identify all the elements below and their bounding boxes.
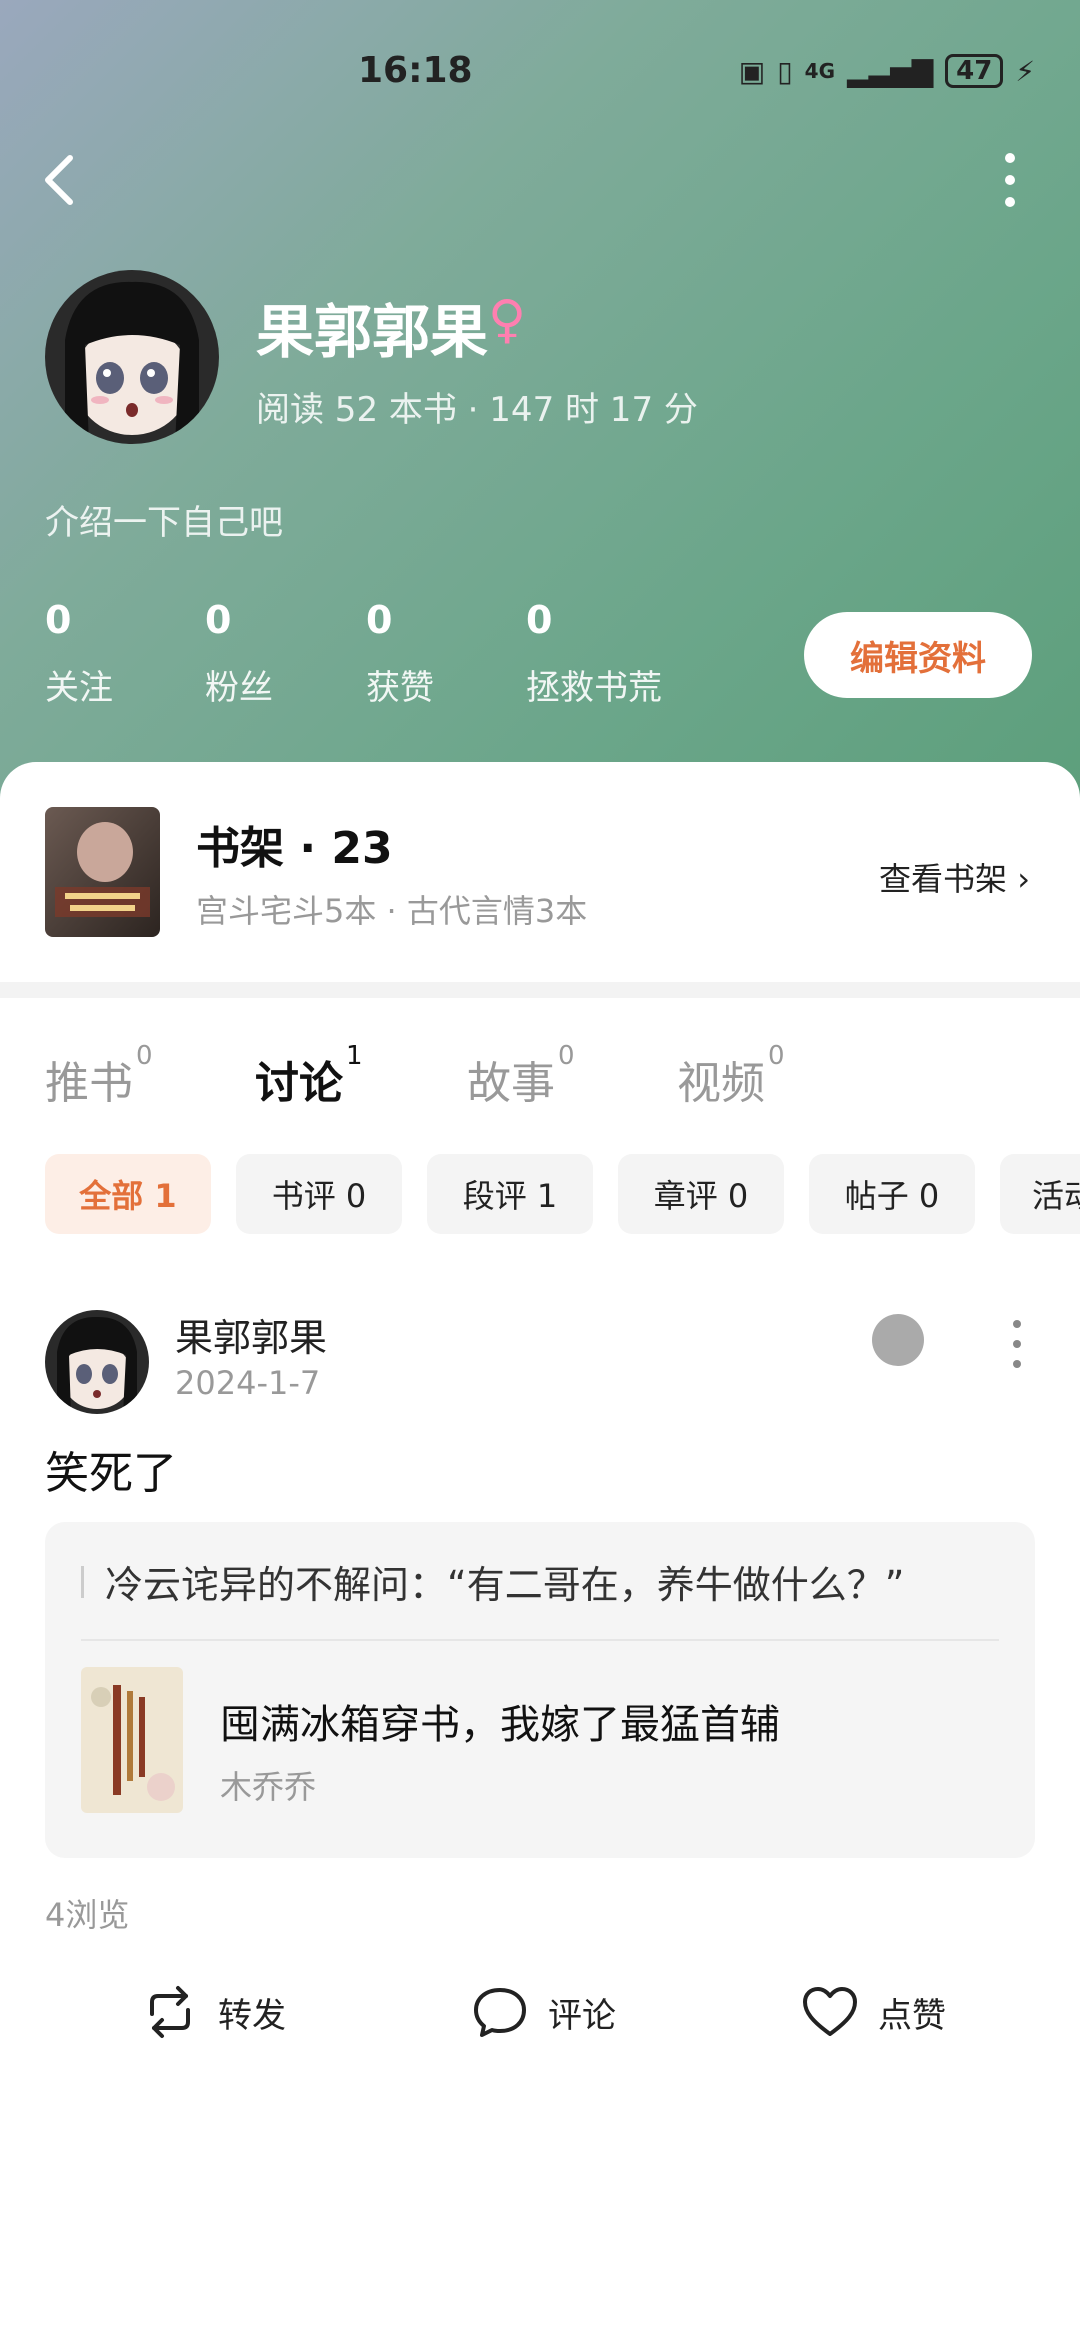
post-status-dot [872, 1314, 924, 1366]
stat-value: 0 [526, 598, 553, 642]
view-bookshelf-link[interactable]: 查看书架 › [879, 854, 1030, 900]
tab-count: 0 [136, 1041, 153, 1071]
stat-label: 关注 [45, 668, 113, 708]
signal-icon: ▂▃▅▇ [847, 54, 934, 88]
post-actions: 转发 评论 点赞 [0, 1984, 1080, 2064]
tab-label: 讨论 [255, 1058, 343, 1109]
quote-bar [81, 1566, 84, 1598]
battery-icon: 47 [945, 54, 1004, 88]
quote-card[interactable]: 冷云诧异的不解问：“有二哥在，养牛做什么？” 囤满冰箱穿书，我嫁了最猛首辅 木乔… [45, 1522, 1035, 1858]
bookshelf-card[interactable]: 书架 · 23 宫斗宅斗5本 · 古代言情3本 查看书架 › [0, 762, 1080, 982]
share-label: 转发 [218, 1995, 286, 2036]
view-count: 4浏览 [45, 1896, 130, 1934]
post-author-name[interactable]: 果郭郭果 [175, 1307, 327, 1362]
chip-all[interactable]: 全部 1 [45, 1154, 211, 1234]
post-more-icon[interactable] [1010, 1318, 1024, 1370]
comment-icon [474, 1988, 526, 2037]
tab-count: 0 [558, 1041, 575, 1071]
nfc-icon: ▣ [738, 54, 766, 88]
stat-followers[interactable]: 0 粉丝 [205, 598, 273, 709]
stat-label: 获赞 [366, 668, 434, 708]
avatar[interactable] [45, 270, 219, 444]
stat-label: 拯救书荒 [526, 668, 662, 708]
vibrate-icon: ▯ [777, 54, 793, 88]
chip-posts[interactable]: 帖子 0 [809, 1154, 975, 1234]
content-tabs: 推书0 讨论1 故事0 视频0 [0, 1041, 1080, 1137]
charging-icon: ⚡ [1015, 54, 1035, 88]
female-icon: ♀ [488, 290, 527, 350]
share-button[interactable]: 转发 [140, 1984, 286, 2040]
like-label: 点赞 [878, 1995, 946, 2036]
profile-intro[interactable]: 介绍一下自己吧 [45, 495, 283, 544]
comment-label: 评论 [548, 1995, 616, 2036]
post-author-avatar[interactable] [45, 1310, 149, 1414]
post-date: 2024-1-7 [175, 1364, 321, 1402]
tab-videos[interactable]: 视频0 [677, 1041, 785, 1111]
stat-following[interactable]: 0 关注 [45, 598, 113, 709]
bookshelf-cover-image [45, 807, 160, 937]
bookshelf-subtitle: 宫斗宅斗5本 · 古代言情3本 [196, 892, 588, 930]
edit-profile-button[interactable]: 编辑资料 [804, 612, 1032, 698]
profile-header: 16:18 ▣ ▯ 4G ▂▃▅▇ 47 ⚡ 果郭郭果 ♀ 阅读 52 本书 ·… [0, 0, 1080, 800]
tab-discussion[interactable]: 讨论1 [255, 1041, 363, 1111]
content-sheet: 书架 · 23 宫斗宅斗5本 · 古代言情3本 查看书架 › 推书0 讨论1 故… [0, 762, 1080, 2344]
reading-stats: 阅读 52 本书 · 147 时 17 分 [256, 390, 698, 430]
tab-stories[interactable]: 故事0 [467, 1041, 575, 1111]
chip-paragraph-review[interactable]: 段评 1 [427, 1154, 593, 1234]
back-icon[interactable] [40, 152, 80, 208]
post-text: 笑死了 [45, 1448, 177, 1499]
quote-divider [81, 1639, 999, 1641]
stat-value: 0 [205, 598, 232, 642]
chip-chapter-review[interactable]: 章评 0 [618, 1154, 784, 1234]
quote-text: 冷云诧异的不解问：“有二哥在，养牛做什么？” [105, 1563, 905, 1607]
section-divider [0, 982, 1080, 998]
tab-recommend[interactable]: 推书0 [45, 1041, 153, 1111]
comment-button[interactable]: 评论 [470, 1984, 616, 2040]
stat-value: 0 [366, 598, 393, 642]
book-cover-image [81, 1667, 183, 1813]
status-time: 16:18 [358, 50, 473, 91]
profile-name: 果郭郭果 [256, 298, 489, 366]
status-bar: 16:18 ▣ ▯ 4G ▂▃▅▇ 47 ⚡ [0, 50, 1080, 100]
book-author: 木乔乔 [220, 1768, 317, 1806]
tab-label: 视频 [677, 1058, 765, 1109]
status-icons: ▣ ▯ 4G ▂▃▅▇ 47 ⚡ [739, 54, 1035, 88]
chip-book-review[interactable]: 书评 0 [236, 1154, 402, 1234]
stat-label: 粉丝 [205, 668, 273, 708]
stat-likes[interactable]: 0 获赞 [366, 598, 434, 709]
tab-count: 1 [346, 1041, 363, 1071]
network-label: 4G [804, 59, 835, 83]
stat-rescue[interactable]: 0 拯救书荒 [526, 598, 662, 709]
repost-icon [150, 1986, 190, 2038]
like-button[interactable]: 点赞 [800, 1984, 946, 2040]
chip-activity[interactable]: 活动 [1000, 1154, 1080, 1234]
bookshelf-title: 书架 · 23 [196, 823, 393, 874]
tab-label: 故事 [467, 1058, 555, 1109]
book-title: 囤满冰箱穿书，我嫁了最猛首辅 [220, 1702, 780, 1748]
heart-icon [803, 1987, 857, 2036]
tab-count: 0 [768, 1041, 785, 1071]
stat-value: 0 [45, 598, 72, 642]
tab-label: 推书 [45, 1058, 133, 1109]
more-icon[interactable] [1000, 150, 1020, 210]
